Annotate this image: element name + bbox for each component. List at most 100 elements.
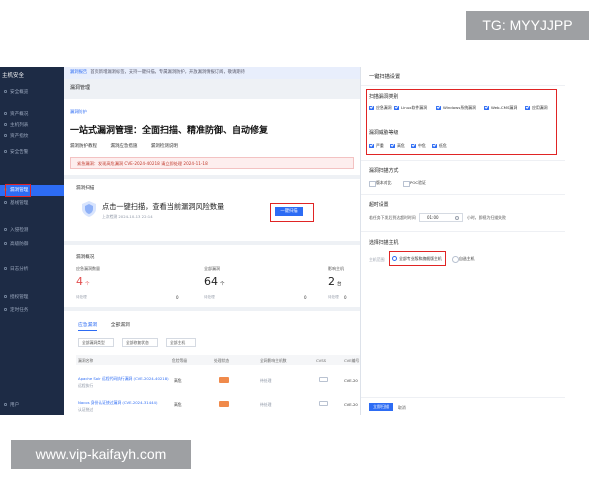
stat-title-emergency: 应急漏洞数量: [76, 266, 100, 271]
hosts-prefix: 主机范围: [369, 257, 385, 262]
hero-link-tutorial[interactable]: 漏洞防护教程: [70, 144, 97, 149]
log-icon: [4, 267, 7, 270]
main-content: 漏洞报告 首页新增漏洞标签，支持一键扫描，专属漏洞防护，开放漏洞情报订阅，敬请期待…: [64, 67, 360, 415]
divider: [361, 85, 565, 86]
watermark-bottom: www.vip-kaifayh.com: [11, 440, 191, 469]
hero-links: 漏洞防护教程 漏洞应急措施 漏洞检测说明: [70, 143, 190, 149]
hero-badge: 漏洞防护: [70, 109, 87, 114]
row1-status: 待处理: [260, 378, 272, 383]
cancel-button[interactable]: 取消: [398, 405, 406, 411]
sidebar-item-hosts[interactable]: 主机列表: [0, 120, 64, 131]
row2-cve: CVE-20: [344, 402, 358, 407]
filter-type-select[interactable]: 全部漏洞类型: [78, 338, 114, 347]
divider: [361, 160, 565, 161]
row2-cvss: [319, 401, 328, 406]
clock-icon: [455, 216, 459, 220]
stat-value-hosts: 2台: [328, 275, 342, 288]
drawer-title: 一键扫描设置: [369, 74, 401, 80]
highlight-frame-options: [366, 89, 557, 155]
stat-title-all: 全部漏洞: [204, 266, 220, 271]
sidebar-item-assets[interactable]: 资产概况: [0, 109, 64, 120]
stat-foot-all: 待处理: [204, 295, 215, 299]
sidebar-user[interactable]: 用户: [0, 400, 64, 411]
lock-icon: [4, 242, 7, 245]
dashboard-icon: [4, 90, 7, 93]
col-level: 危险等级: [172, 358, 188, 363]
sidebar-item-license[interactable]: 授权管理: [0, 292, 64, 303]
hosts-custom-radio[interactable]: 自选主机: [452, 255, 475, 263]
breadcrumb: 漏洞管理: [70, 85, 91, 91]
timeout-input[interactable]: 01:00: [419, 213, 463, 222]
product-name: 主机安全: [2, 73, 25, 79]
clock-icon: [4, 308, 7, 311]
col-hosts: 全网影响主机数: [260, 358, 287, 363]
bell-icon: [4, 150, 7, 153]
sidebar-item-baseline[interactable]: 基线管理: [0, 198, 64, 209]
row1-level: 高危: [174, 378, 182, 383]
hero-link-detection[interactable]: 漏洞检测说明: [151, 144, 178, 149]
scan-settings-drawer: 一键扫描设置 扫描漏洞类别 应急漏洞 Linux软件漏洞 Windows系统漏洞…: [360, 67, 565, 415]
shield-icon: [4, 228, 7, 231]
row1-status-pill: [219, 377, 229, 383]
sidebar-item-defense[interactable]: 高级防御: [0, 239, 64, 250]
fingerprint-icon: [4, 134, 7, 137]
sidebar-item-tasks[interactable]: 定时任务: [0, 305, 64, 316]
app-screenshot: 主机安全 安全概览 资产概况 主机列表 资产指纹 安全告警 漏洞管理 基线管理 …: [0, 67, 565, 415]
stat-foot-hosts: 待处理: [328, 295, 339, 299]
stat-value-emergency: 4个: [76, 275, 90, 288]
sidebar-item-intrusion[interactable]: 入侵检测: [0, 225, 64, 236]
list-icon: [4, 123, 7, 126]
row2-status-pill: [219, 401, 229, 407]
sidebar: 主机安全 安全概览 资产概况 主机列表 资产指纹 安全告警 漏洞管理 基线管理 …: [0, 67, 64, 415]
filter-status-select[interactable]: 全部修复状态: [122, 338, 158, 347]
page-title: 一站式漏洞管理：全面扫描、精准防御、自动修复: [70, 126, 269, 136]
method-version-checkbox[interactable]: 版本对比: [369, 180, 392, 188]
notice-bar: 漏洞报告 首页新增漏洞标签，支持一键扫描，专属漏洞防护，开放漏洞情报订阅，敬请期待: [64, 67, 360, 79]
highlight-frame-hosts: [389, 251, 446, 266]
timeout-suffix: 小时，即视为扫描失败: [467, 215, 506, 220]
divider: [361, 194, 565, 195]
check-icon: [4, 201, 7, 204]
watermark-top: TG: MYYJJPP: [466, 11, 589, 40]
sidebar-item-overview[interactable]: 安全概览: [0, 87, 64, 98]
hosts-section-title: 选择扫描主机: [369, 240, 399, 246]
start-scan-button[interactable]: 立即扫描: [369, 403, 393, 411]
col-name: 漏洞名称: [78, 358, 94, 363]
tab-emergency[interactable]: 应急漏洞: [78, 323, 98, 331]
method-poc-checkbox[interactable]: POC验证: [403, 180, 426, 188]
stat-zero-emergency: 0: [176, 295, 179, 300]
scan-title: 点击一键扫描，查看当前漏洞风险数量: [102, 202, 225, 211]
row2-status: 待处理: [260, 402, 272, 407]
row2-name[interactable]: Nacos 身份认证绕过漏洞 (CVE-2024-31444): [78, 400, 157, 406]
stat-foot-emergency: 待处理: [76, 295, 87, 299]
row1-cve: CVE-20: [344, 378, 358, 383]
timeout-section-title: 超时设置: [369, 202, 389, 208]
scan-last-time: 上次检测 2024-10-13 22:14: [102, 214, 153, 219]
alert-banner[interactable]: 紧急漏洞：发现高危漏洞 CVE-2024-40218 请立即处理 2024-11…: [70, 157, 354, 169]
row1-name[interactable]: Apache Solr 远程代码执行漏洞 (CVE-2024-40218): [78, 376, 169, 382]
row2-tag: 认证绕过: [78, 407, 94, 412]
row2-level: 高危: [174, 402, 182, 407]
shield-scan-icon: [82, 201, 96, 217]
notice-text: 首页新增漏洞标签，支持一键扫描，专属漏洞防护，开放漏洞情报订阅，敬请期待: [90, 70, 245, 75]
notice-tag: 漏洞报告: [70, 70, 88, 75]
tab-all[interactable]: 全部漏洞: [111, 323, 130, 328]
filter-host-select[interactable]: 全部主机: [166, 338, 196, 347]
divider: [361, 231, 565, 232]
method-section-title: 漏洞扫描方式: [369, 168, 399, 174]
sidebar-item-logs[interactable]: 日志分析: [0, 264, 64, 275]
stat-zero-hosts: 0: [344, 295, 347, 300]
vuln-tabs: 应急漏洞 全部漏洞: [78, 321, 130, 331]
scan-section-label: 漏洞扫描: [76, 186, 95, 191]
sidebar-item-alerts[interactable]: 安全告警: [0, 147, 64, 158]
highlight-frame-sidebar: [5, 184, 31, 197]
col-status: 处理状态: [214, 358, 230, 363]
col-cve: CVE编号: [344, 358, 360, 363]
server-icon: [4, 112, 7, 115]
sidebar-item-fingerprint[interactable]: 资产指纹: [0, 131, 64, 142]
timeout-prefix: 若任务下发后到达超时时间: [369, 215, 416, 220]
stat-title-hosts: 影响主机: [328, 266, 344, 271]
hero-link-emergency[interactable]: 漏洞应急措施: [110, 144, 137, 149]
key-icon: [4, 295, 7, 298]
highlight-frame-scan-button: [270, 203, 314, 222]
